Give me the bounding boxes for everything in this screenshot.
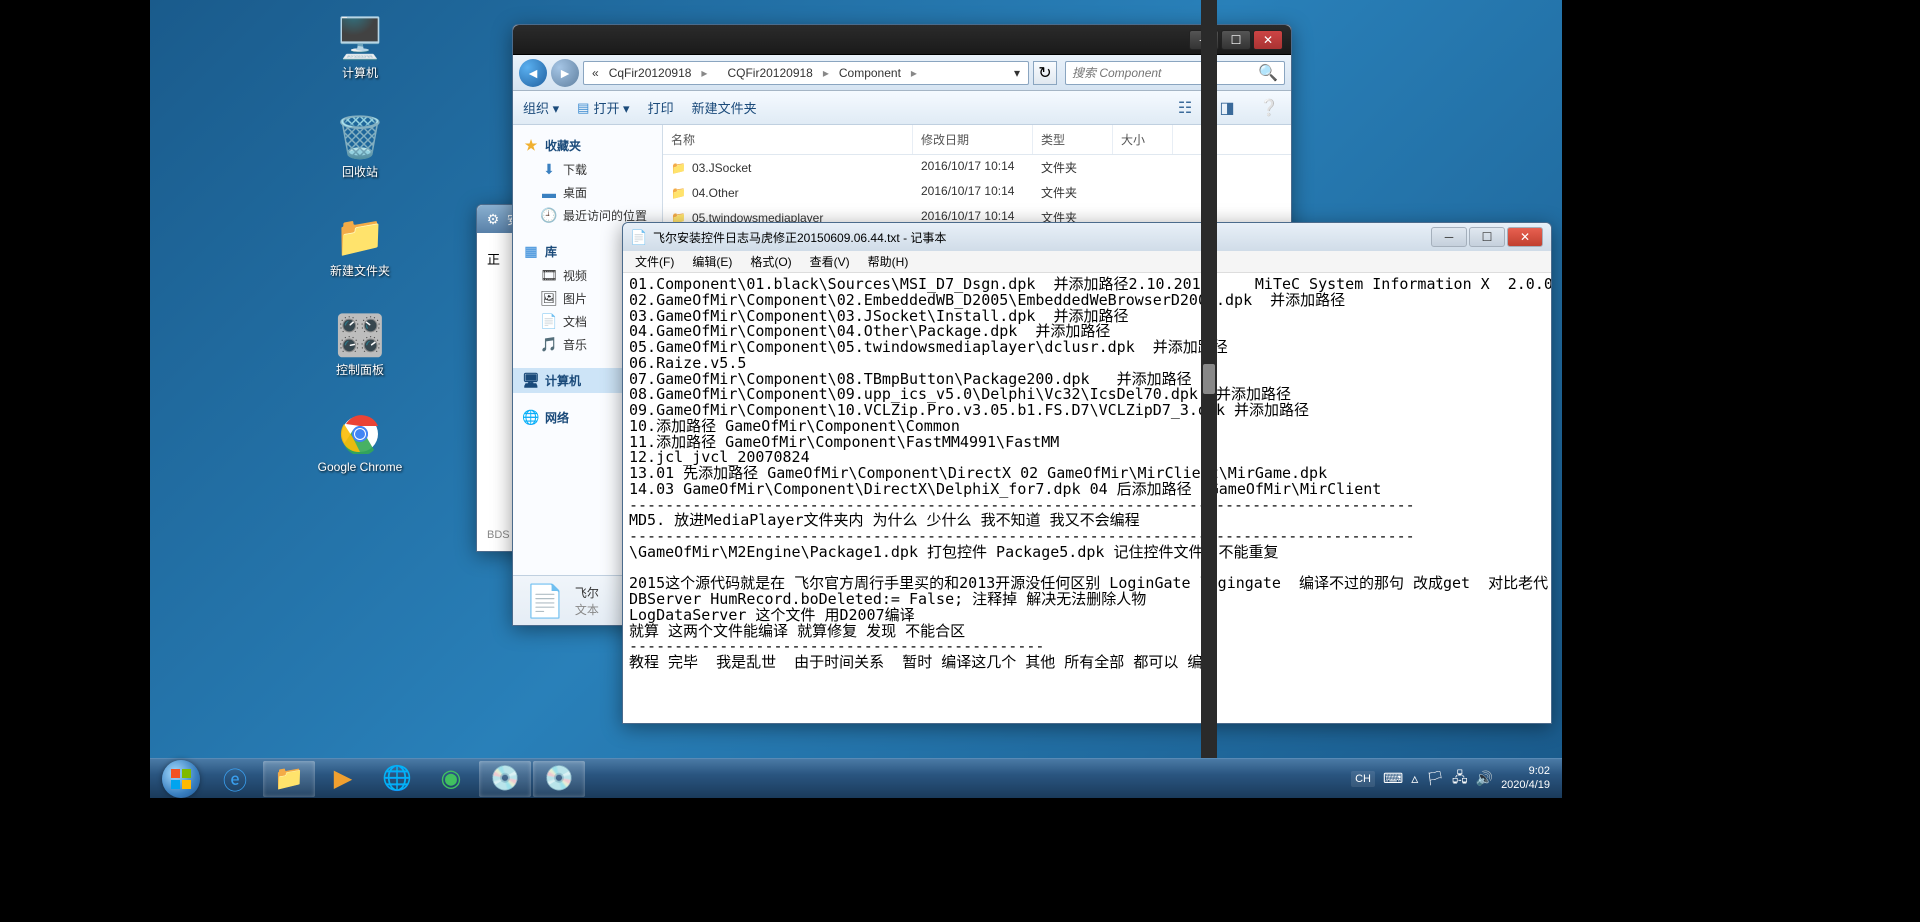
toolbar-new-folder[interactable]: 新建文件夹	[692, 98, 757, 117]
taskbar-ie[interactable]: ⓔ	[209, 761, 261, 797]
taskbar-explorer[interactable]: 📁	[263, 761, 315, 797]
nav-desktop[interactable]: ▬桌面	[513, 181, 662, 204]
vertical-scrollbar[interactable]	[1201, 0, 1217, 760]
column-name[interactable]: 名称	[663, 125, 913, 154]
library-icon: ▦	[523, 244, 539, 260]
nav-forward-button[interactable]: ►	[551, 59, 579, 87]
notepad-icon: 📄	[631, 229, 647, 245]
taskbar-clock[interactable]: 9:02 2020/4/19	[1501, 765, 1550, 791]
column-size[interactable]: 大小	[1113, 125, 1173, 154]
windows-logo-icon	[162, 760, 200, 798]
language-indicator[interactable]: CH	[1351, 771, 1375, 787]
notepad-title: 飞尔安装控件日志马虎修正20150609.06.44.txt - 记事本	[653, 229, 1429, 246]
network-tray-icon[interactable]: 🖧	[1452, 767, 1468, 791]
recent-icon: 🕘	[541, 208, 557, 224]
chrome-icon	[336, 410, 384, 458]
toolbar-organize[interactable]: 组织 ▾	[523, 98, 559, 117]
start-button[interactable]	[154, 759, 208, 799]
search-input[interactable]	[1072, 66, 1258, 80]
column-date[interactable]: 修改日期	[913, 125, 1033, 154]
maximize-button[interactable]: ☐	[1221, 30, 1251, 50]
explorer-titlebar[interactable]: ─ ☐ ✕	[513, 25, 1291, 55]
network-icon: 🌐	[523, 410, 539, 426]
desktop-nav-icon: ▬	[541, 185, 557, 201]
folder-row-icon: 📁	[671, 186, 686, 200]
breadcrumb[interactable]: « CqFir20120918▸ CQFir20120918▸ Componen…	[583, 61, 1029, 85]
nav-downloads[interactable]: ⬇下载	[513, 158, 662, 181]
search-box[interactable]: 🔍	[1065, 61, 1285, 85]
file-row[interactable]: 📁04.Other2016/10/17 10:14文件夹	[663, 180, 1291, 205]
menu-view[interactable]: 查看(V)	[802, 251, 858, 272]
desktop-icon-control-panel[interactable]: 🎛️ 控制面板	[310, 307, 410, 382]
file-row[interactable]: 📁03.JSocket2016/10/17 10:14文件夹	[663, 155, 1291, 180]
menu-file[interactable]: 文件(F)	[627, 251, 682, 272]
recycle-bin-icon: 🗑️	[336, 113, 384, 161]
explorer-taskbar-icon: 📁	[274, 764, 304, 793]
media-player-icon: ▶	[334, 764, 352, 793]
video-icon: 🎞	[541, 268, 557, 284]
close-button[interactable]: ✕	[1253, 30, 1283, 50]
scrollbar-thumb[interactable]	[1203, 364, 1215, 394]
keyboard-icon[interactable]: ⌨	[1383, 770, 1403, 787]
desktop: 🖥️ 计算机 🗑️ 回收站 📁 新建文件夹 🎛️ 控制面板 Google Chr…	[150, 0, 1562, 760]
documents-icon: 📄	[541, 314, 557, 330]
view-options-icon[interactable]: ☷	[1173, 96, 1197, 120]
tray-up-icon[interactable]: ▵	[1411, 770, 1418, 787]
taskbar-chrome[interactable]: 🌐	[371, 761, 423, 797]
search-icon[interactable]: 🔍	[1258, 63, 1278, 83]
maximize-button[interactable]: ☐	[1469, 227, 1505, 247]
toolbar-print[interactable]: 打印	[648, 98, 674, 117]
action-center-icon[interactable]: 🏳	[1426, 770, 1444, 787]
folder-icon: 📁	[336, 212, 384, 260]
star-icon: ★	[523, 138, 539, 154]
desktop-icon-chrome[interactable]: Google Chrome	[310, 406, 410, 478]
taskbar-app-green[interactable]: ◉	[425, 761, 477, 797]
notepad-content[interactable]: 01.Component\01.black\Sources\MSI_D7_Dsg…	[623, 273, 1551, 723]
notepad-menubar: 文件(F) 编辑(E) 格式(O) 查看(V) 帮助(H)	[623, 251, 1551, 273]
download-icon: ⬇	[541, 162, 557, 178]
disc-icon: 💿	[544, 764, 574, 793]
menu-help[interactable]: 帮助(H)	[860, 251, 917, 272]
menu-edit[interactable]: 编辑(E)	[684, 251, 740, 272]
control-panel-icon: 🎛️	[336, 311, 384, 359]
chrome-taskbar-icon: 🌐	[382, 764, 412, 793]
refresh-button[interactable]: ↻	[1033, 61, 1057, 85]
preview-pane-icon[interactable]: ◨	[1215, 96, 1239, 120]
notepad-titlebar[interactable]: 📄 飞尔安装控件日志马虎修正20150609.06.44.txt - 记事本 ─…	[623, 223, 1551, 251]
taskbar-media-player[interactable]: ▶	[317, 761, 369, 797]
column-type[interactable]: 类型	[1033, 125, 1113, 154]
system-tray: CH ⌨ ▵ 🏳 🖧 🔊 9:02 2020/4/19	[1351, 765, 1558, 791]
menu-format[interactable]: 格式(O)	[742, 251, 799, 272]
computer-nav-icon: 🖥	[523, 373, 539, 389]
minimize-button[interactable]: ─	[1431, 227, 1467, 247]
notepad-window: 📄 飞尔安装控件日志马虎修正20150609.06.44.txt - 记事本 ─…	[622, 222, 1552, 724]
green-app-icon: ◉	[441, 764, 462, 793]
desktop-icon-new-folder[interactable]: 📁 新建文件夹	[310, 208, 410, 283]
taskbar-disc[interactable]: 💿	[533, 761, 585, 797]
volume-icon[interactable]: 🔊	[1476, 770, 1493, 787]
pictures-icon: 🖼	[541, 291, 557, 307]
music-icon: 🎵	[541, 337, 557, 353]
close-button[interactable]: ✕	[1507, 227, 1543, 247]
desktop-icon-recycle-bin[interactable]: 🗑️ 回收站	[310, 109, 410, 184]
nav-back-button[interactable]: ◄	[519, 59, 547, 87]
toolbar-open[interactable]: ▤打开 ▾	[577, 98, 629, 117]
help-icon[interactable]: ❔	[1257, 96, 1281, 120]
taskbar-installer[interactable]: 💿	[479, 761, 531, 797]
installer-icon: ⚙	[485, 211, 501, 227]
taskbar: ⓔ 📁 ▶ 🌐 ◉ 💿 💿 CH ⌨ ▵ 🏳 🖧 🔊 9:02 2020/4/1…	[150, 758, 1562, 798]
text-file-icon: 📄	[525, 582, 565, 620]
ie-icon: ⓔ	[223, 761, 247, 796]
computer-icon: 🖥️	[336, 14, 384, 62]
desktop-icon-computer[interactable]: 🖥️ 计算机	[310, 10, 410, 85]
folder-row-icon: 📁	[671, 161, 686, 175]
installer-taskbar-icon: 💿	[490, 764, 520, 793]
